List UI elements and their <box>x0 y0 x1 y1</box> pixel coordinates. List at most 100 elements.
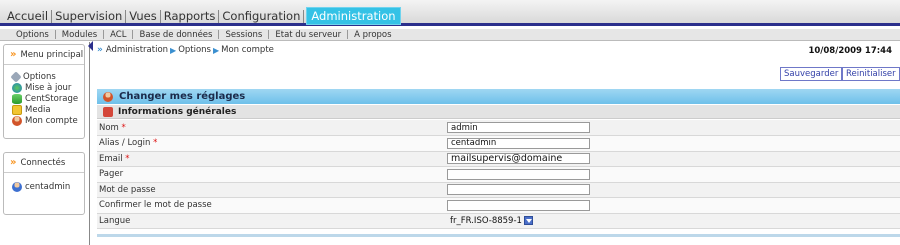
form-row-pager: Pager <box>97 166 900 183</box>
form-row-langue: Langue fr_FR.ISO-8859-1 <box>97 213 900 229</box>
form-label: Pager <box>97 166 447 183</box>
tab-rapports[interactable]: Rapports <box>161 9 219 23</box>
globe-icon <box>12 82 22 93</box>
field-label: Alias / Login <box>99 138 151 149</box>
user-settings-icon <box>103 91 113 102</box>
pager-input[interactable] <box>447 168 590 180</box>
current-datetime: 10/08/2009 17:44 <box>808 46 892 56</box>
form-label: Confirmer le mot de passe <box>97 197 447 214</box>
section-header: Informations générales <box>97 105 900 119</box>
double-arrow-icon: » <box>10 157 17 168</box>
language-select-value: fr_FR.ISO-8859-1 <box>450 215 522 226</box>
required-marker: * <box>125 153 130 164</box>
form-label: Alias / Login * <box>97 135 447 152</box>
settings-form: Nom * Alias / Login * Email * Pager Mot … <box>97 120 900 229</box>
user-icon <box>12 181 22 192</box>
form-row-confirm-password: Confirmer le mot de passe <box>97 197 900 214</box>
tab-configuration[interactable]: Configuration <box>219 9 303 23</box>
subnav-modules[interactable]: Modules <box>56 30 103 40</box>
form-row-password: Mot de passe <box>97 182 900 198</box>
field-label: Pager <box>99 169 124 180</box>
form-row-alias: Alias / Login * <box>97 135 900 152</box>
panel-footer-bar <box>97 234 900 237</box>
form-label: Langue <box>97 213 447 229</box>
main-menu-box: » Menu principal Options Mise à jour Cen… <box>3 44 85 139</box>
language-select[interactable]: fr_FR.ISO-8859-1 <box>447 215 533 226</box>
app-window: Accueil Supervision Vues Rapports Config… <box>0 0 900 245</box>
form-row-nom: Nom * <box>97 120 900 136</box>
chevron-right-icon: ▶ <box>212 45 220 55</box>
connected-user-name: centadmin <box>25 181 71 192</box>
sidebar-item-label: Options <box>23 71 56 82</box>
field-label: Nom <box>99 122 119 133</box>
sidebar-item-label: CentStorage <box>25 93 79 104</box>
section-title: Informations générales <box>118 106 237 117</box>
form-row-email: Email * <box>97 151 900 167</box>
subnav-acl[interactable]: ACL <box>104 30 132 40</box>
breadcrumb-mon-compte[interactable]: Mon compte <box>221 45 274 55</box>
sidebar-item-label: Mise à jour <box>25 82 72 93</box>
subnav-a-propos[interactable]: A propos <box>348 30 397 40</box>
form-value-cell <box>447 120 900 136</box>
field-label: Langue <box>99 215 131 226</box>
form-label: Mot de passe <box>97 182 447 198</box>
folder-icon <box>12 104 22 115</box>
form-value-cell <box>447 197 900 214</box>
required-marker: * <box>153 138 158 149</box>
double-arrow-icon: » <box>97 45 103 55</box>
field-label: Mot de passe <box>99 184 156 195</box>
reset-button[interactable]: Reinitialiser <box>842 67 900 81</box>
connected-user[interactable]: centadmin <box>4 181 84 192</box>
email-input[interactable] <box>447 153 590 165</box>
chevron-down-icon[interactable] <box>523 216 533 226</box>
required-marker: * <box>121 122 126 133</box>
connected-header: » Connectés <box>4 153 84 173</box>
sidebar-item-options[interactable]: Options <box>4 70 84 83</box>
subnav-options[interactable]: Options <box>10 30 55 40</box>
chevron-right-icon: ▶ <box>170 45 177 55</box>
alias-login-input[interactable] <box>447 137 590 149</box>
tab-administration[interactable]: Administration <box>306 7 401 25</box>
main-menu-title: Menu principal <box>20 49 84 60</box>
sub-navigation: Options Modules ACL Base de données Sess… <box>0 29 900 41</box>
form-value-cell: fr_FR.ISO-8859-1 <box>447 213 900 229</box>
main-content: » Administration ▶ Options ▶ Mon compte … <box>91 42 900 245</box>
password-input[interactable] <box>447 184 590 196</box>
form-value-cell <box>447 182 900 198</box>
form-value-cell <box>447 135 900 152</box>
sidebar-item-label: Media <box>25 104 51 115</box>
confirm-password-input[interactable] <box>447 199 590 211</box>
panel-title: Changer mes réglages <box>119 91 246 102</box>
breadcrumb-administration[interactable]: Administration <box>106 45 168 55</box>
breadcrumb: » Administration ▶ Options ▶ Mon compte <box>97 45 274 55</box>
sidebar-item-mise-a-jour[interactable]: Mise à jour <box>4 82 84 93</box>
nom-input[interactable] <box>447 122 590 133</box>
connected-box: » Connectés centadmin <box>3 152 85 215</box>
field-label: Confirmer le mot de passe <box>99 200 212 211</box>
top-navigation: Accueil Supervision Vues Rapports Config… <box>0 0 900 26</box>
sidebar-item-mon-compte[interactable]: Mon compte <box>4 115 84 126</box>
field-label: Email <box>99 153 123 164</box>
save-button[interactable]: Sauvegarder <box>780 67 843 81</box>
connected-title: Connectés <box>20 157 66 168</box>
form-label: Email * <box>97 151 447 167</box>
tab-vues[interactable]: Vues <box>126 9 159 23</box>
user-icon <box>12 115 22 126</box>
form-value-cell <box>447 166 900 183</box>
sidebar-item-centstorage[interactable]: CentStorage <box>4 93 84 104</box>
main-menu-header: » Menu principal <box>4 45 84 65</box>
sidebar-item-media[interactable]: Media <box>4 104 84 115</box>
breadcrumb-options[interactable]: Options <box>178 45 211 55</box>
settings-icon <box>103 106 113 117</box>
form-value-cell <box>447 151 900 167</box>
tab-accueil[interactable]: Accueil <box>4 9 51 23</box>
form-label: Nom * <box>97 120 447 136</box>
subnav-sessions[interactable]: Sessions <box>219 30 268 40</box>
subnav-etat-du-serveur[interactable]: Etat du serveur <box>269 30 347 40</box>
wrench-icon <box>10 70 22 83</box>
sidebar: » Menu principal Options Mise à jour Cen… <box>0 42 90 245</box>
database-icon <box>12 93 22 104</box>
sidebar-item-label: Mon compte <box>25 115 78 126</box>
tab-supervision[interactable]: Supervision <box>52 9 125 23</box>
subnav-base-de-donnees[interactable]: Base de données <box>133 30 218 40</box>
